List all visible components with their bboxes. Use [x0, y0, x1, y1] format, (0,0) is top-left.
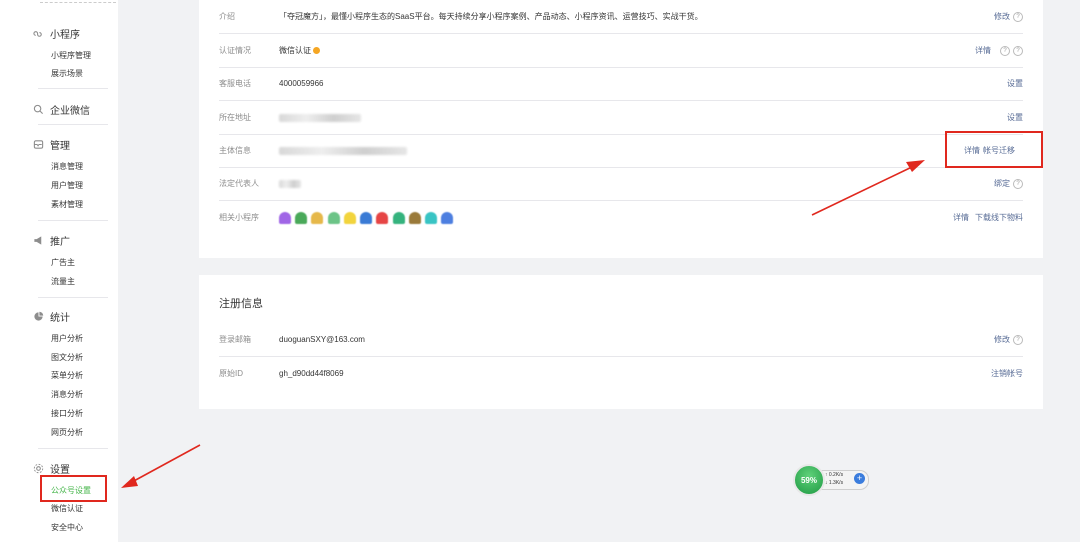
annotation-arrows — [121, 160, 925, 488]
arrow-line — [131, 444, 201, 483]
boost-icon[interactable]: + — [854, 473, 865, 484]
upload-speed: ↑ 0.2K/s — [825, 472, 844, 478]
arrow-head — [121, 476, 138, 488]
arrow-line — [811, 165, 915, 216]
speed-percent: 59% — [793, 464, 825, 496]
upload-speed-value: 0.2K/s — [828, 472, 844, 478]
download-speed: ↓ 1.3K/s — [825, 480, 844, 486]
download-speed-value: 1.3K/s — [828, 480, 844, 486]
arrow-head — [906, 160, 925, 172]
network-speed-widget[interactable]: 59% ↑ 0.2K/s ↓ 1.3K/s + — [793, 464, 869, 496]
